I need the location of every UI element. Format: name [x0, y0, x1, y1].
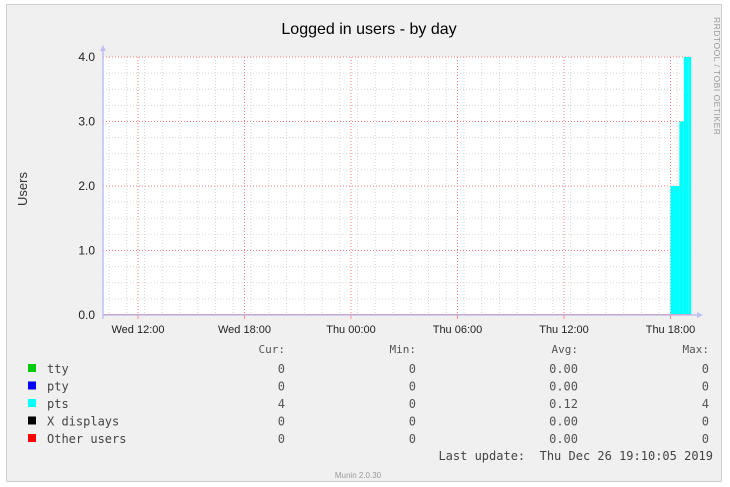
stats-header-cur: Cur: — [259, 343, 286, 356]
stats-header-max: Max: — [683, 343, 710, 356]
stat-avg: 0.00 — [549, 380, 578, 394]
x-tick-label: Thu 00:00 — [326, 324, 376, 336]
stat-min: 0 — [409, 432, 416, 446]
x-tick-label: Wed 18:00 — [218, 324, 271, 336]
y-tick-label: 0.0 — [78, 308, 95, 322]
legend-label: X displays — [47, 415, 119, 429]
legend-label: pty — [47, 380, 69, 394]
stat-max: 0 — [702, 380, 709, 394]
stat-cur: 0 — [278, 380, 285, 394]
stat-max: 0 — [702, 362, 709, 376]
y-tick-label: 2.0 — [78, 179, 95, 193]
area-segment — [679, 121, 684, 315]
legend-table: Cur: Min: Avg: Max: tty 0 0 0.00 0 pty 0 0 0.00 0 pts 4… — [28, 343, 709, 446]
footer-version: Munin 2.0.30 — [335, 471, 382, 480]
y-tick-label: 1.0 — [78, 244, 95, 258]
area-segment — [674, 186, 680, 315]
legend-label: pts — [47, 397, 69, 411]
stat-cur: 0 — [278, 415, 285, 429]
x-axis-arrow-icon — [697, 312, 703, 318]
rrdtool-side-label: RRDTOOL / TOBI OETIKER — [712, 17, 722, 135]
y-axis-label: Users — [15, 172, 30, 206]
last-update: Last update: Thu Dec 26 19:10:05 2019 — [438, 449, 713, 463]
stat-min: 0 — [409, 415, 416, 429]
legend-swatch — [28, 364, 36, 372]
legend-swatch — [28, 381, 36, 390]
stat-cur: 4 — [278, 397, 285, 411]
y-tick-label: 4.0 — [78, 50, 95, 64]
y-tick-label: 3.0 — [78, 115, 95, 129]
legend-swatch — [28, 399, 36, 407]
stat-cur: 0 — [278, 432, 285, 446]
x-tick-label: Thu 06:00 — [433, 324, 483, 336]
chart: Logged in users - by day Users RRDTOOL /… — [15, 17, 722, 480]
legend-label: tty — [47, 362, 69, 376]
y-axis-arrow-icon — [100, 45, 106, 51]
stat-avg: 0.00 — [549, 362, 578, 376]
stats-header-avg: Avg: — [552, 343, 579, 356]
area-segment — [683, 57, 689, 315]
graph-panel: Logged in users - by day Users RRDTOOL /… — [6, 4, 722, 482]
stat-avg: 0.12 — [549, 397, 578, 411]
stats-header-min: Min: — [390, 343, 417, 356]
legend-swatch — [28, 434, 36, 442]
stat-max: 0 — [702, 432, 709, 446]
x-tick-label: Thu 12:00 — [539, 324, 589, 336]
stat-max: 0 — [702, 415, 709, 429]
chart-title: Logged in users - by day — [281, 21, 456, 38]
stat-avg: 0.00 — [549, 415, 578, 429]
x-tick-label: Thu 18:00 — [646, 324, 696, 336]
legend-swatch — [28, 416, 36, 425]
x-tick-label: Wed 12:00 — [111, 324, 164, 336]
stat-min: 0 — [409, 397, 416, 411]
legend-label: Other users — [47, 432, 126, 446]
stat-cur: 0 — [278, 362, 285, 376]
stat-min: 0 — [409, 380, 416, 394]
area-segment — [688, 57, 692, 315]
stat-avg: 0.00 — [549, 432, 578, 446]
stat-min: 0 — [409, 362, 416, 376]
area-segment — [670, 186, 675, 315]
stat-max: 4 — [702, 397, 709, 411]
